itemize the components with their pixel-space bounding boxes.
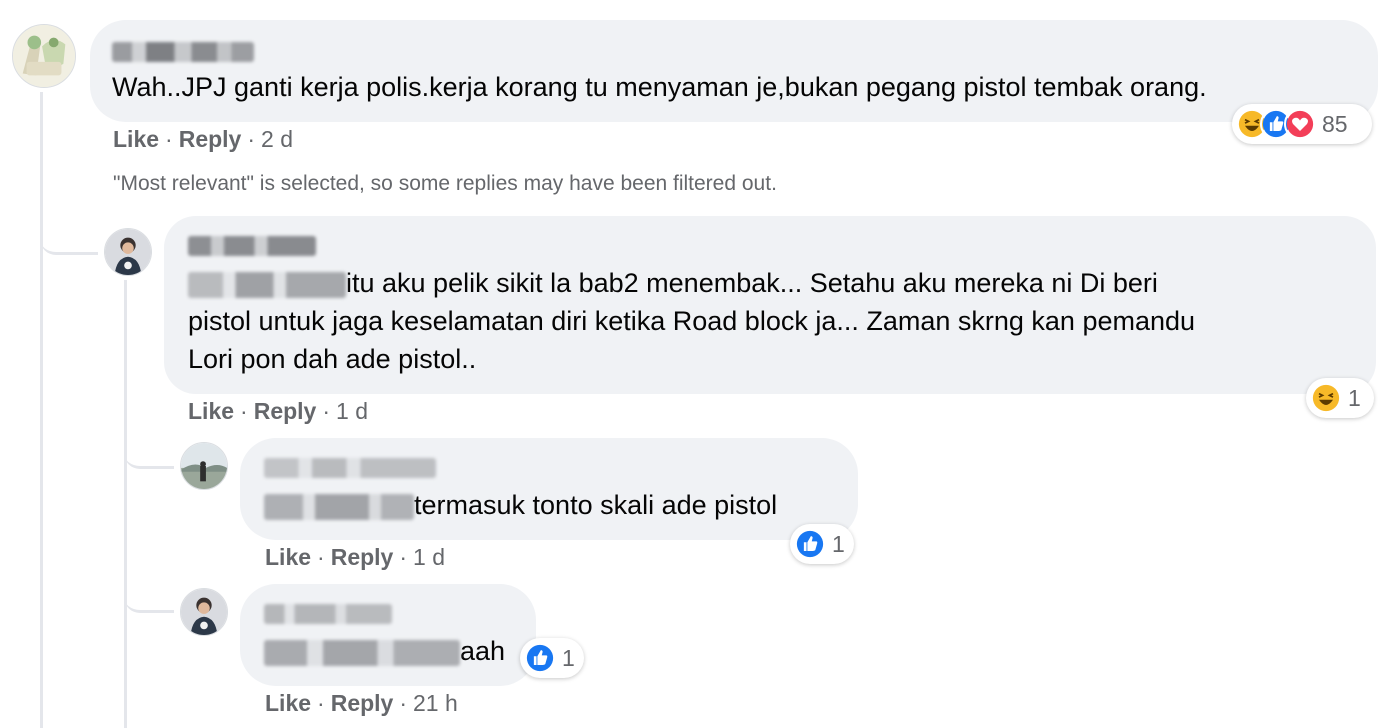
- thread-connector-reply-2: [124, 432, 174, 469]
- like-link[interactable]: Like: [265, 544, 311, 570]
- filter-notice: "Most relevant" is selected, so some rep…: [113, 172, 777, 195]
- thread-connector-reply-3: [124, 576, 174, 613]
- comment-text: Wah..JPJ ganti kerja polis.kerja korang …: [112, 72, 1207, 102]
- reply-link[interactable]: Reply: [179, 126, 242, 152]
- comment-text-line: itu aku pelik sikit la bab2 menembak... …: [346, 268, 1158, 298]
- comment-text-line: pistol untuk jaga keselamatan diri ketik…: [188, 306, 1196, 336]
- reaction-count: 85: [1322, 110, 1348, 137]
- comment-text: itu aku pelik sikit la bab2 menembak... …: [188, 264, 1358, 378]
- love-icon: [1284, 108, 1316, 140]
- comment-bubble: itu aku pelik sikit la bab2 menembak... …: [164, 216, 1376, 394]
- like-link[interactable]: Like: [265, 690, 311, 716]
- like-link[interactable]: Like: [188, 398, 234, 424]
- reaction-summary[interactable]: 85: [1232, 104, 1372, 144]
- avatar-landscape-icon: [181, 443, 227, 489]
- comment-author-name[interactable]: [264, 458, 436, 478]
- mention-tag[interactable]: [188, 271, 346, 298]
- comment-timestamp[interactable]: 21 h: [413, 690, 458, 716]
- comment-author-name[interactable]: [112, 42, 254, 62]
- avatar[interactable]: [12, 24, 76, 88]
- comment-text: termasuk tonto skali ade pistol: [264, 486, 777, 524]
- reply-link[interactable]: Reply: [254, 398, 317, 424]
- avatar[interactable]: [180, 442, 228, 490]
- avatar[interactable]: [180, 588, 228, 636]
- comment-actions: Like · Reply · 21 h: [265, 690, 458, 716]
- comment-bubble: aah: [240, 584, 536, 686]
- thread-line-main: [40, 92, 43, 728]
- reaction-summary[interactable]: 1: [1306, 378, 1374, 418]
- like-icon: [524, 642, 556, 674]
- thread-line-nested: [124, 280, 127, 728]
- comment-text-line: Lori pon dah ade pistol..: [188, 344, 477, 374]
- comment-timestamp[interactable]: 1 d: [413, 544, 445, 570]
- reply-link[interactable]: Reply: [331, 544, 394, 570]
- comment-actions: Like · Reply · 2 d: [113, 126, 293, 152]
- like-icon: [794, 528, 826, 560]
- comment-timestamp[interactable]: 2 d: [261, 126, 293, 152]
- reaction-summary[interactable]: 1: [520, 638, 584, 678]
- avatar-person-icon: [105, 229, 151, 275]
- avatar[interactable]: [104, 228, 152, 276]
- avatar-person-icon: [181, 589, 227, 635]
- like-link[interactable]: Like: [113, 126, 159, 152]
- avatar-illustration-icon: [13, 25, 75, 87]
- reaction-count: 1: [562, 644, 575, 671]
- mention-tag[interactable]: [264, 493, 414, 520]
- comment-bubble: termasuk tonto skali ade pistol: [240, 438, 858, 540]
- reaction-summary[interactable]: 1: [790, 524, 854, 564]
- reaction-count: 1: [832, 530, 845, 557]
- comment-timestamp[interactable]: 1 d: [336, 398, 368, 424]
- haha-icon: [1310, 382, 1342, 414]
- comment-bubble: Wah..JPJ ganti kerja polis.kerja korang …: [90, 20, 1378, 122]
- comment-author-name[interactable]: [188, 236, 316, 256]
- reply-link[interactable]: Reply: [331, 690, 394, 716]
- thread-connector-reply-1: [40, 212, 98, 255]
- comment-author-name[interactable]: [264, 604, 392, 624]
- comment-text: aah: [264, 632, 505, 670]
- comment-actions: Like · Reply · 1 d: [188, 398, 368, 424]
- comment-text-content: termasuk tonto skali ade pistol: [414, 490, 778, 520]
- comment-actions: Like · Reply · 1 d: [265, 544, 445, 570]
- reaction-count: 1: [1348, 384, 1361, 411]
- comment-text-content: aah: [460, 636, 506, 666]
- mention-tag[interactable]: [264, 639, 460, 666]
